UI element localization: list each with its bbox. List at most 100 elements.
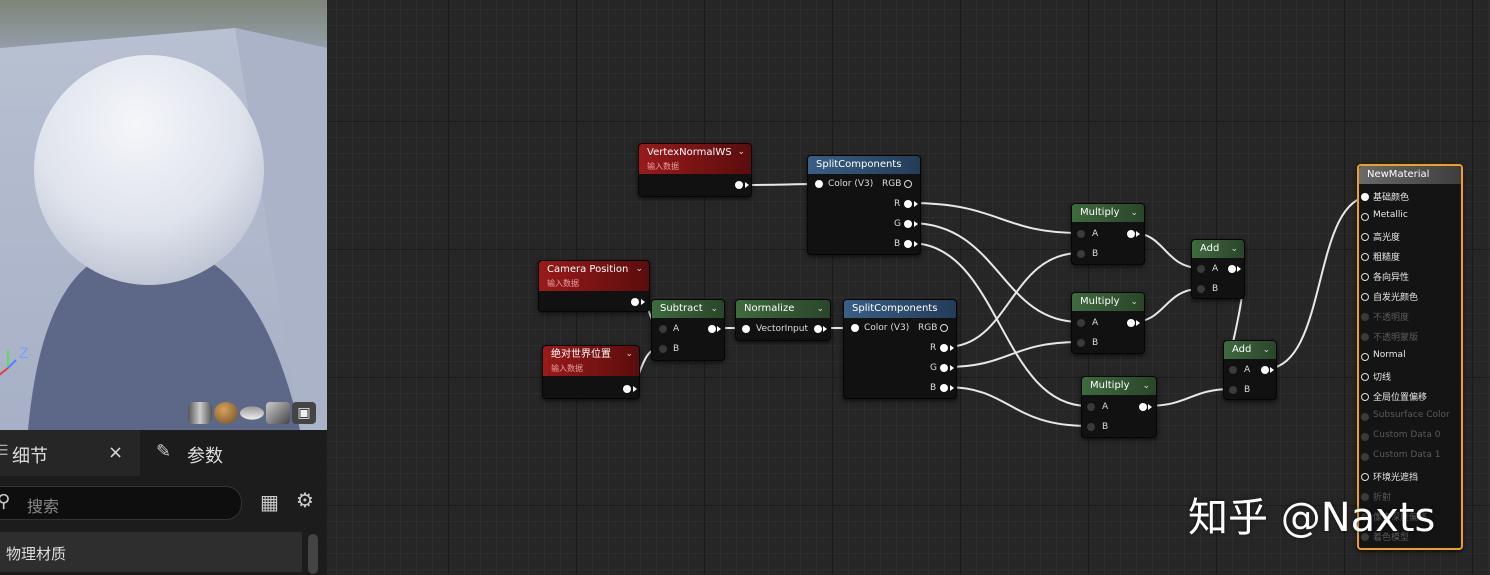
node-subtitle: 输入数据 [551,364,583,373]
input-pin-b[interactable] [1077,250,1085,258]
node-split-components-2[interactable]: SplitComponents Color (V3) RGB R G B [843,299,957,399]
search-placeholder: 搜索 [27,497,60,516]
output-pin[interactable] [1261,366,1269,374]
chevron-down-icon[interactable]: ⌄ [1130,294,1138,311]
material-input-pin[interactable] [1361,373,1369,381]
node-subtract[interactable]: Subtract ⌄ A B [651,299,725,361]
chevron-down-icon[interactable]: ⌄ [635,262,643,276]
node-add-1[interactable]: Add ⌄ A B [1191,239,1245,299]
category-physical-material[interactable]: 物理材质 [0,532,302,572]
output-pin[interactable] [1127,230,1135,238]
output-pin[interactable] [1139,403,1147,411]
output-pin-g[interactable] [904,220,912,228]
output-pin[interactable] [623,385,631,393]
output-pin-rgb[interactable] [904,180,912,188]
input-pin-a[interactable] [659,325,667,333]
pin-label: B [894,239,901,249]
material-input-pin[interactable] [1361,313,1369,321]
output-pin-r[interactable] [904,200,912,208]
chevron-down-icon[interactable]: ⌄ [816,301,824,318]
preview-shape-toolbar: ▣ [188,402,316,424]
scrollbar[interactable] [308,534,318,574]
input-pin-vector[interactable] [742,325,750,333]
material-input-pin[interactable] [1361,453,1369,461]
pin-label: B [1244,385,1251,395]
chevron-down-icon[interactable]: ⌄ [737,145,745,159]
node-add-2[interactable]: Add ⌄ A B [1223,340,1277,400]
material-input-pin[interactable] [1361,293,1369,301]
input-pin-color[interactable] [815,180,823,188]
output-pin-g[interactable] [940,364,948,372]
node-split-components-1[interactable]: SplitComponents Color (V3) RGB R G B [807,155,921,255]
material-input-pin[interactable] [1361,233,1369,241]
cylinder-preview-icon[interactable] [188,402,212,424]
tab-details[interactable]: ☰ 细节 × [0,430,140,476]
chevron-down-icon[interactable]: ⌄ [1262,342,1270,359]
node-title: Add [1232,344,1252,355]
node-multiply-2[interactable]: Multiply ⌄ A B [1071,292,1145,354]
material-input-pin[interactable] [1361,273,1369,281]
material-input-pin[interactable] [1361,353,1369,361]
input-pin-b[interactable] [1087,423,1095,431]
output-pin-b[interactable] [940,384,948,392]
output-arrow-icon [1237,266,1241,272]
gear-icon[interactable]: ⚙ [296,488,314,512]
pin-label: A [673,324,680,334]
output-pin-rgb[interactable] [940,324,948,332]
node-vertex-normal-ws[interactable]: VertexNormalWS 输入数据 ⌄ [638,143,752,197]
output-pin[interactable] [1228,265,1236,273]
material-input-pin[interactable] [1361,333,1369,341]
output-pin[interactable] [631,298,639,306]
chevron-down-icon[interactable]: ⌄ [1130,205,1138,222]
material-input-pin[interactable] [1361,253,1369,261]
input-pin-b[interactable] [659,345,667,353]
pin-label: VectorInput [756,324,808,334]
node-title: NewMaterial [1367,169,1430,180]
input-pin-a[interactable] [1197,265,1205,273]
input-pin-a[interactable] [1229,366,1237,374]
input-pin-a[interactable] [1087,403,1095,411]
input-pin-b[interactable] [1229,386,1237,394]
chevron-down-icon[interactable]: ⌄ [1230,241,1238,258]
input-pin-a[interactable] [1077,230,1085,238]
sphere-preview-icon[interactable] [214,402,238,424]
node-normalize[interactable]: Normalize ⌄ VectorInput [735,299,831,341]
node-header: NewMaterial [1359,166,1461,184]
chevron-down-icon[interactable]: ⌄ [710,301,718,318]
input-pin-color[interactable] [851,324,859,332]
material-input-pin[interactable] [1361,193,1369,201]
output-pin[interactable] [814,325,822,333]
node-multiply-1[interactable]: Multiply ⌄ A B [1071,203,1145,265]
output-pin-r[interactable] [940,344,948,352]
node-multiply-3[interactable]: Multiply ⌄ A B [1081,376,1157,438]
chevron-down-icon[interactable]: ⌄ [1142,378,1150,395]
chevron-down-icon[interactable]: ⌄ [625,347,633,361]
output-arrow-icon [1270,367,1274,373]
table-view-icon[interactable]: ▦ [260,490,279,514]
input-pin-b[interactable] [1197,285,1205,293]
material-input-pin[interactable] [1361,473,1369,481]
output-pin[interactable] [735,181,743,189]
output-arrow-icon [950,385,954,391]
node-camera-position[interactable]: Camera Position 输入数据 ⌄ [538,260,650,312]
pin-label: Color (V3) [864,323,910,333]
node-absolute-world-position[interactable]: 绝对世界位置 输入数据 ⌄ [542,345,640,399]
search-input[interactable]: ⚲ 搜索 [0,486,242,520]
plane-preview-icon[interactable] [240,406,264,420]
material-input-pin[interactable] [1361,413,1369,421]
material-input-pin[interactable] [1361,433,1369,441]
tab-details-label: 细节 [12,446,48,467]
input-pin-a[interactable] [1077,319,1085,327]
material-input-pin[interactable] [1361,393,1369,401]
close-icon[interactable]: × [108,442,123,463]
cube-preview-icon[interactable] [266,402,290,424]
teapot-preview-icon[interactable]: ▣ [292,402,316,424]
material-input-pin[interactable] [1361,213,1369,221]
output-pin[interactable] [1127,319,1135,327]
node-title: Multiply [1080,207,1120,218]
output-pin[interactable] [708,325,716,333]
output-pin-b[interactable] [904,240,912,248]
tab-params[interactable]: ✎ 参数 [150,430,320,476]
material-preview-viewport[interactable]: Z ▣ [0,0,327,430]
input-pin-b[interactable] [1077,339,1085,347]
